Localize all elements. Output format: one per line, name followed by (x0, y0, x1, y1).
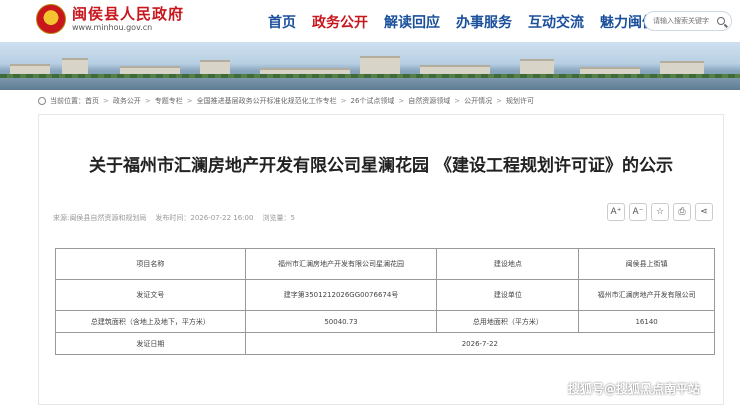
article-panel: 关于福州市汇澜房地产开发有限公司星澜花园 《建设工程规划许可证》的公示 来源:闽… (38, 114, 724, 405)
table-cell-label: 总建筑面积（含地上及地下，平方米） (55, 310, 246, 333)
breadcrumb-item-pilot-areas[interactable]: 26个试点领域 (351, 96, 395, 106)
site-logo[interactable]: 闽侯县人民政府 www.minhou.gov.cn (36, 4, 184, 34)
font-decrease-button[interactable]: A⁻ (629, 203, 647, 221)
table-row: 总建筑面积（含地上及地下，平方米） 50040.73 总用地面积（平方米） 16… (55, 310, 715, 333)
font-increase-button[interactable]: A⁺ (607, 203, 625, 221)
breadcrumb-item-standardization-column[interactable]: 全国推进基层政务公开标准化规范化工作专栏 (197, 96, 337, 106)
breadcrumb-item-special-topics[interactable]: 专题专栏 (155, 96, 183, 106)
site-url: www.minhou.gov.cn (72, 23, 153, 32)
main-nav: 首页 政务公开 解读回应 办事服务 互动交流 魅力闽侯 (268, 12, 672, 32)
article-date: 发布时间：2026-07-22 16:00 (155, 214, 254, 222)
breadcrumb-separator: > (103, 97, 109, 105)
table-cell-label: 发证文号 (55, 279, 246, 311)
breadcrumb-label: 当前位置： (50, 97, 85, 105)
print-icon[interactable]: ⎙ (673, 203, 691, 221)
site-title: 闽侯县人民政府 (72, 5, 185, 23)
article-toolbar: A⁺ A⁻ ☆ ⎙ ⋖ (603, 203, 713, 221)
favorite-icon[interactable]: ☆ (651, 203, 669, 221)
breadcrumb-separator: > (398, 97, 405, 105)
permit-info-table: 项目名称 福州市汇澜房地产开发有限公司星澜花园 建设地点 闽侯县上街镇 发证文号… (55, 248, 716, 355)
breadcrumb-item-home[interactable]: 首页 (85, 96, 99, 106)
search-box (644, 11, 732, 31)
table-cell-value: 建字第3501212026GG0076674号 (244, 279, 438, 311)
table-cell-value: 50040.73 (244, 310, 438, 333)
breadcrumb: 当前位置： 首页 > 政务公开 > 专题专栏 > 全国推进基层政务公开标准化规范… (38, 96, 534, 106)
article-views: 浏览量：5 (262, 214, 295, 222)
article-meta: 来源:闽侯县自然资源和规划局 发布时间：2026-07-22 16:00 浏览量… (53, 213, 304, 223)
table-cell-value: 闽侯县上街镇 (578, 248, 715, 280)
table-cell-label: 发证日期 (55, 332, 246, 355)
search-icon[interactable] (717, 17, 725, 25)
table-cell-label: 总用地面积（平方米） (436, 310, 580, 333)
breadcrumb-separator: > (340, 97, 347, 105)
search-input[interactable] (653, 17, 719, 25)
table-cell-value: 16140 (578, 310, 715, 333)
city-banner-image (0, 42, 740, 90)
watermark-text: 搜狐号@搜狐黑点南平站 (568, 382, 701, 396)
national-emblem-icon (36, 4, 66, 34)
breadcrumb-separator: > (144, 97, 151, 105)
table-cell-value: 福州市汇澜房地产开发有限公司星澜花园 (244, 248, 438, 280)
nav-item-interaction[interactable]: 互动交流 (528, 12, 584, 32)
nav-item-interpretation[interactable]: 解读回应 (384, 12, 440, 32)
article-source: 来源:闽侯县自然资源和规划局 (53, 214, 147, 222)
table-row: 发证日期 2026-7-22 (55, 332, 716, 355)
share-icon[interactable]: ⋖ (695, 203, 713, 221)
breadcrumb-separator: > (186, 97, 193, 105)
breadcrumb-item-natural-resources[interactable]: 自然资源领域 (408, 96, 450, 106)
table-cell-value: 福州市汇澜房地产开发有限公司 (578, 279, 715, 311)
table-row: 发证文号 建字第3501212026GG0076674号 建设单位 福州市汇澜房… (55, 279, 715, 311)
breadcrumb-item-disclosure[interactable]: 公开情况 (464, 96, 492, 106)
table-row: 项目名称 福州市汇澜房地产开发有限公司星澜花园 建设地点 闽侯县上街镇 (55, 248, 715, 280)
table-cell-label: 建设地点 (436, 248, 580, 280)
breadcrumb-item-planning-permit[interactable]: 规划许可 (506, 96, 534, 106)
nav-item-government-affairs[interactable]: 政务公开 (312, 12, 368, 32)
table-cell-value: 2026-7-22 (244, 332, 716, 355)
breadcrumb-separator: > (454, 97, 461, 105)
breadcrumb-item-government-affairs[interactable]: 政务公开 (113, 96, 141, 106)
breadcrumb-separator: > (496, 97, 503, 105)
table-cell-label: 建设单位 (436, 279, 580, 311)
site-name-block: 闽侯县人民政府 www.minhou.gov.cn (72, 5, 184, 33)
location-icon (38, 97, 46, 105)
table-cell-label: 项目名称 (55, 248, 246, 280)
nav-item-home[interactable]: 首页 (268, 12, 296, 32)
site-header: 闽侯县人民政府 www.minhou.gov.cn 首页 政务公开 解读回应 办… (0, 0, 740, 42)
article-title: 关于福州市汇澜房地产开发有限公司星澜花园 《建设工程规划许可证》的公示 (89, 156, 673, 176)
nav-item-services[interactable]: 办事服务 (456, 12, 512, 32)
